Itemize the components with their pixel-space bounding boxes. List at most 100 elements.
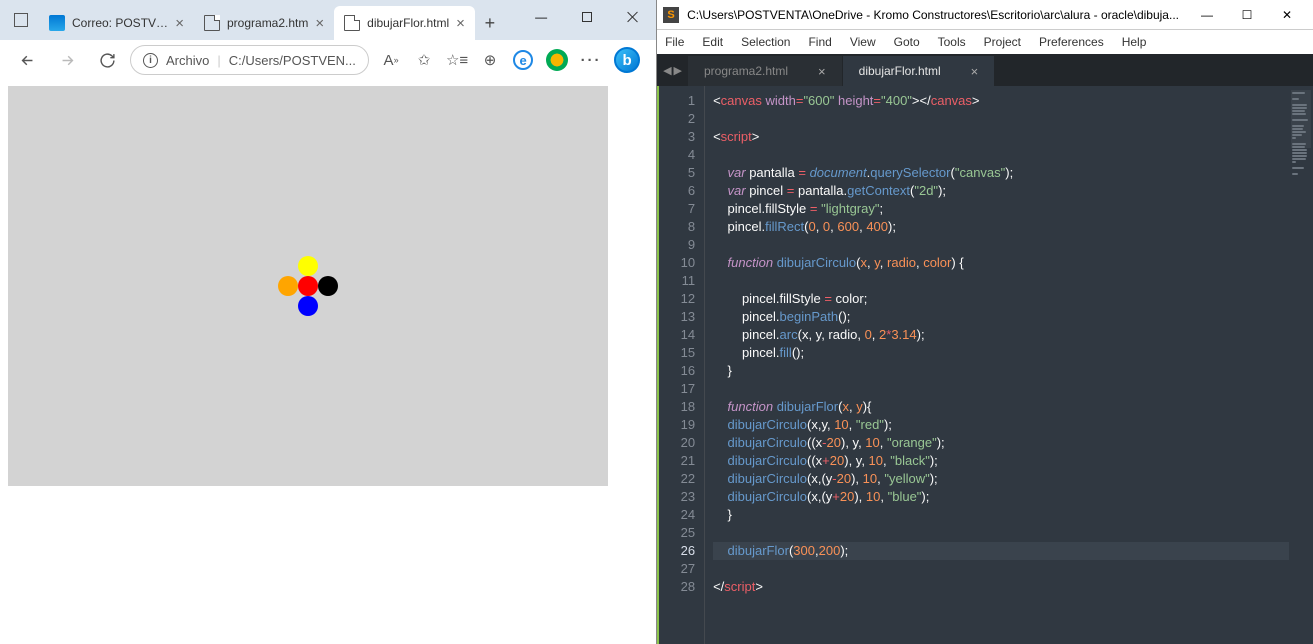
- menu-item-find[interactable]: Find: [808, 35, 831, 49]
- tab-close-icon[interactable]: ×: [175, 15, 184, 32]
- menu-item-preferences[interactable]: Preferences: [1039, 35, 1104, 49]
- line-number: 2: [659, 110, 695, 128]
- refresh-button[interactable]: [90, 43, 124, 77]
- tab-close-icon[interactable]: ×: [315, 15, 324, 32]
- editor-tab[interactable]: dibujarFlor.html×: [843, 56, 995, 86]
- site-info-icon[interactable]: i: [143, 53, 158, 68]
- address-bar[interactable]: i Archivo | C:/Users/POSTVEN...: [130, 45, 369, 75]
- read-aloud-icon[interactable]: A»: [381, 50, 401, 70]
- line-number: 17: [659, 380, 695, 398]
- code-line: pincel.arc(x, y, radio, 0, 2*3.14);: [713, 326, 1289, 344]
- browser-viewport: [0, 80, 656, 644]
- canvas-circle: [278, 276, 298, 296]
- line-number: 24: [659, 506, 695, 524]
- code-line: [713, 272, 1289, 290]
- canvas-circle: [298, 256, 318, 276]
- code-line: dibujarFlor(300,200);: [713, 542, 1289, 560]
- menu-item-view[interactable]: View: [850, 35, 876, 49]
- minimize-button[interactable]: —: [518, 0, 564, 34]
- code-line: pincel.fillStyle = "lightgray";: [713, 200, 1289, 218]
- line-number: 19: [659, 416, 695, 434]
- tab-label: dibujarFlor.html: [367, 16, 449, 30]
- editor-maximize-button[interactable]: ☐: [1227, 8, 1267, 22]
- line-number: 20: [659, 434, 695, 452]
- doc-favicon: [344, 15, 360, 31]
- editor-window-controls: — ☐ ✕: [1187, 8, 1307, 22]
- canvas-circle: [298, 276, 318, 296]
- address-path: C:/Users/POSTVEN...: [229, 53, 356, 68]
- tab-close-icon[interactable]: ×: [456, 15, 465, 32]
- browser-tabstrip: Correo: POSTVE…×programa2.htm×dibujarFlo…: [0, 0, 656, 40]
- menu-item-file[interactable]: File: [665, 35, 684, 49]
- code-line: var pantalla = document.querySelector("c…: [713, 164, 1289, 182]
- minimap[interactable]: [1289, 86, 1313, 644]
- code-line: var pincel = pantalla.getContext("2d");: [713, 182, 1289, 200]
- code-line: </script>: [713, 578, 1289, 596]
- back-button[interactable]: [10, 43, 44, 77]
- forward-button[interactable]: [50, 43, 84, 77]
- menu-item-project[interactable]: Project: [984, 35, 1021, 49]
- sublime-app-icon: S: [663, 7, 679, 23]
- close-button[interactable]: [610, 0, 656, 34]
- tab-actions-icon[interactable]: [14, 13, 28, 27]
- line-number: 12: [659, 290, 695, 308]
- browser-tab[interactable]: programa2.htm×: [194, 6, 334, 40]
- code-line: <script>: [713, 128, 1289, 146]
- code-line: dibujarCirculo(x,(y-20), 10, "yellow");: [713, 470, 1289, 488]
- code-area[interactable]: <canvas width="600" height="400"></canva…: [705, 86, 1289, 644]
- line-number: 3: [659, 128, 695, 146]
- menu-item-tools[interactable]: Tools: [938, 35, 966, 49]
- code-line: dibujarCirculo((x+20), y, 10, "black");: [713, 452, 1289, 470]
- editor-close-button[interactable]: ✕: [1267, 8, 1307, 22]
- line-number: 8: [659, 218, 695, 236]
- line-number: 18: [659, 398, 695, 416]
- browser-toolbar: i Archivo | C:/Users/POSTVEN... A» ✩ ☆≡ …: [0, 40, 656, 80]
- editor-tab-close-icon[interactable]: ×: [818, 64, 826, 79]
- favorite-icon[interactable]: ✩: [414, 50, 434, 70]
- bing-chat-icon[interactable]: b: [614, 47, 640, 73]
- collections-icon[interactable]: ⊕: [480, 50, 500, 70]
- html-canvas-output: [8, 86, 608, 486]
- code-line: [713, 236, 1289, 254]
- menu-item-help[interactable]: Help: [1122, 35, 1147, 49]
- code-line: }: [713, 362, 1289, 380]
- line-number: 5: [659, 164, 695, 182]
- code-line: [713, 110, 1289, 128]
- code-line: pincel.beginPath();: [713, 308, 1289, 326]
- editor-menubar: File Edit Selection Find View Goto Tools Projec…: [657, 30, 1313, 54]
- editor-tab-label: programa2.html: [704, 64, 788, 78]
- menu-item-goto[interactable]: Goto: [894, 35, 920, 49]
- tab-scroll-arrows[interactable]: ◀▶: [657, 54, 688, 86]
- code-line: [713, 380, 1289, 398]
- outlook-favicon: [49, 15, 65, 31]
- toolbar-actions: A» ✩ ☆≡ ⊕ e ··· b: [375, 47, 646, 73]
- address-scheme: Archivo: [166, 53, 209, 68]
- line-number: 22: [659, 470, 695, 488]
- favorites-bar-icon[interactable]: ☆≡: [447, 50, 467, 70]
- maximize-button[interactable]: [564, 0, 610, 34]
- editor-tab-close-icon[interactable]: ×: [971, 64, 979, 79]
- line-number: 27: [659, 560, 695, 578]
- browser-tab[interactable]: dibujarFlor.html ×: [334, 6, 475, 40]
- menu-item-edit[interactable]: Edit: [702, 35, 723, 49]
- editor-minimize-button[interactable]: —: [1187, 8, 1227, 22]
- line-number: 9: [659, 236, 695, 254]
- code-line: [713, 524, 1289, 542]
- line-number: 14: [659, 326, 695, 344]
- extension-icon[interactable]: [546, 49, 568, 71]
- code-line: pincel.fillStyle = color;: [713, 290, 1289, 308]
- menu-item-selection[interactable]: Selection: [741, 35, 790, 49]
- line-number: 13: [659, 308, 695, 326]
- code-line: function dibujarFlor(x, y){: [713, 398, 1289, 416]
- editor-tab[interactable]: programa2.html ×: [688, 56, 842, 86]
- line-gutter: 1234567891011121314151617181920212223242…: [657, 86, 705, 644]
- code-line: pincel.fill();: [713, 344, 1289, 362]
- ie-mode-icon[interactable]: e: [513, 50, 533, 70]
- code-line: <canvas width="600" height="400"></canva…: [713, 92, 1289, 110]
- doc-favicon: [204, 15, 220, 31]
- line-number: 4: [659, 146, 695, 164]
- browser-tab[interactable]: Correo: POSTVE…×: [39, 6, 194, 40]
- more-menu-icon[interactable]: ···: [581, 50, 601, 70]
- new-tab-button[interactable]: +: [475, 6, 505, 40]
- code-line: dibujarCirculo((x-20), y, 10, "orange");: [713, 434, 1289, 452]
